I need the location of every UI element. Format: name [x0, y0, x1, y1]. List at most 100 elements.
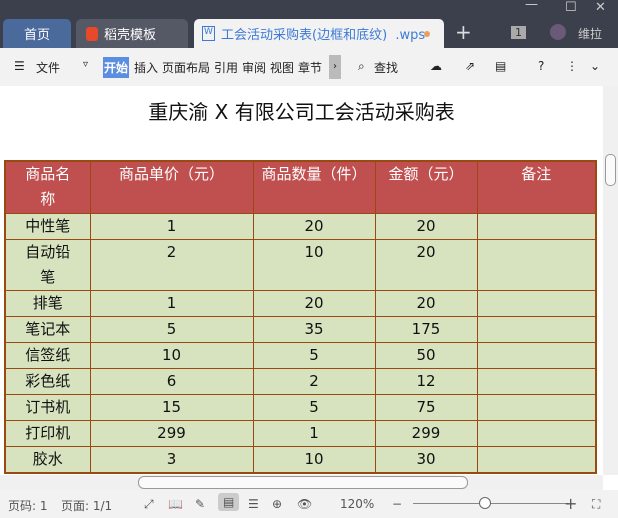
table-cell[interactable]: 175	[374, 315, 478, 343]
table-cell[interactable]: 6	[89, 367, 254, 395]
table-cell[interactable]	[476, 212, 597, 240]
slider-handle[interactable]	[479, 497, 491, 509]
purchase-table: 商品名称 商品单价（元） 商品数量（件） 金额（元） 备注 中性笔 1 20 20 自动…	[4, 160, 597, 474]
table-cell[interactable]: 20	[252, 289, 376, 317]
help-icon[interactable]: ?	[538, 59, 544, 73]
share-icon[interactable]: ⇗	[465, 59, 475, 73]
window-count-badge[interactable]: 1	[511, 26, 526, 39]
table-cell[interactable]: 信签纸	[4, 341, 91, 369]
table-cell[interactable]: 35	[252, 315, 376, 343]
table-cell[interactable]: 10	[252, 445, 376, 473]
table-cell[interactable]: 订书机	[4, 393, 91, 421]
table-cell[interactable]: 3	[89, 445, 254, 473]
table-cell[interactable]: 20	[374, 289, 478, 317]
fullscreen-icon[interactable]: ⤢	[144, 497, 154, 512]
header-cell[interactable]: 商品单价（元）	[89, 160, 254, 214]
tab-chapter[interactable]: 章节	[298, 59, 322, 76]
table-cell[interactable]: 299	[89, 419, 254, 447]
table-cell[interactable]	[476, 393, 597, 421]
maximize-button[interactable]: ☐	[565, 0, 577, 15]
user-name[interactable]: 维拉	[578, 25, 602, 42]
table-cell[interactable]: 自动铅笔	[4, 238, 91, 291]
new-tab-button[interactable]: +	[455, 20, 472, 44]
table-cell[interactable]	[476, 315, 597, 343]
header-cell[interactable]: 金额（元）	[374, 160, 478, 214]
table-cell[interactable]: 30	[374, 445, 478, 473]
scroll-thumb[interactable]	[605, 154, 616, 186]
document-page[interactable]: 重庆渝 X 有限公司工会活动采购表 商品名称 商品单价（元） 商品数量（件） 金…	[0, 86, 603, 475]
vertical-scrollbar[interactable]	[603, 86, 618, 475]
zoom-slider[interactable]	[413, 497, 568, 509]
outline-view-icon[interactable]: ☰	[248, 497, 259, 511]
header-cell[interactable]: 商品名称	[4, 160, 91, 214]
minimize-button[interactable]: —	[525, 0, 538, 12]
menu-icon[interactable]: ☰	[14, 59, 25, 73]
close-button[interactable]: ✕	[595, 0, 606, 15]
search-icon[interactable]: ⌕	[358, 59, 365, 74]
collapse-icon[interactable]: ⌄	[590, 59, 600, 73]
table-cell[interactable]	[476, 367, 597, 395]
avatar[interactable]	[550, 24, 566, 40]
table-cell[interactable]	[476, 238, 597, 291]
zoom-level[interactable]: 120%	[340, 497, 374, 511]
table-cell[interactable]: 1	[89, 289, 254, 317]
table-cell[interactable]: 12	[374, 367, 478, 395]
horizontal-scrollbar[interactable]	[0, 475, 603, 490]
zoom-out-button[interactable]: −	[392, 497, 402, 511]
table-cell[interactable]: 5	[89, 315, 254, 343]
tab-insert[interactable]: 插入	[134, 59, 158, 76]
table-cell[interactable]: 5	[252, 393, 376, 421]
table-cell[interactable]: 299	[374, 419, 478, 447]
table-cell[interactable]: 2	[252, 367, 376, 395]
tab-review[interactable]: 审阅	[242, 59, 266, 76]
header-cell[interactable]: 商品数量（件）	[252, 160, 376, 214]
table-cell[interactable]: 打印机	[4, 419, 91, 447]
tab-docer[interactable]: 稻壳模板	[76, 19, 188, 48]
table-cell[interactable]	[476, 445, 597, 473]
tab-references[interactable]: 引用	[214, 59, 238, 76]
table-cell[interactable]: 15	[89, 393, 254, 421]
eye-protection-icon[interactable]: 👁	[297, 497, 312, 511]
table-cell[interactable]: 2	[89, 238, 254, 291]
table-cell[interactable]: 彩色纸	[4, 367, 91, 395]
table-cell[interactable]: 20	[374, 238, 478, 291]
zoom-in-button[interactable]: +	[564, 494, 577, 513]
document-title: 重庆渝 X 有限公司工会活动采购表	[148, 100, 455, 124]
table-cell[interactable]	[476, 341, 597, 369]
dropdown-icon[interactable]: ▿	[83, 59, 88, 70]
fit-page-icon[interactable]: ⛶	[592, 497, 600, 512]
page-view-icon[interactable]: ▤	[218, 493, 240, 511]
tab-home[interactable]: 首页	[3, 19, 71, 48]
table-cell[interactable]: 中性笔	[4, 212, 91, 240]
more-tabs-button[interactable]: ›	[329, 55, 341, 79]
table-cell[interactable]: 排笔	[4, 289, 91, 317]
web-view-icon[interactable]: ⊕	[272, 497, 282, 511]
tab-view[interactable]: 视图	[270, 59, 294, 76]
table-cell[interactable]: 50	[374, 341, 478, 369]
read-mode-icon[interactable]: 📖	[168, 497, 183, 511]
table-cell[interactable]: 20	[252, 212, 376, 240]
table-cell[interactable]: 胶水	[4, 445, 91, 473]
table-cell[interactable]	[476, 289, 597, 317]
table-cell[interactable]: 笔记本	[4, 315, 91, 343]
cloud-sync-icon[interactable]: ☁	[430, 59, 442, 73]
table-cell[interactable]: 20	[374, 212, 478, 240]
file-menu[interactable]: 文件	[36, 59, 60, 76]
more-icon[interactable]: ⋮	[566, 59, 578, 73]
table-cell[interactable]: 1	[89, 212, 254, 240]
table-cell[interactable]	[476, 419, 597, 447]
table-row: 彩色纸 6 2 12	[4, 367, 597, 395]
table-cell[interactable]: 1	[252, 419, 376, 447]
pen-icon[interactable]: ✎	[195, 497, 205, 511]
table-cell[interactable]: 10	[252, 238, 376, 291]
table-cell[interactable]: 5	[252, 341, 376, 369]
scroll-thumb[interactable]	[138, 476, 468, 489]
table-cell[interactable]: 10	[89, 341, 254, 369]
header-cell[interactable]: 备注	[476, 160, 597, 214]
tab-document[interactable]: W 工会活动采购表(边框和底纹) .wps	[194, 19, 444, 48]
table-cell[interactable]: 75	[374, 393, 478, 421]
tab-home-ribbon[interactable]: 开始	[103, 57, 130, 78]
tab-page-layout[interactable]: 页面布局	[162, 59, 210, 76]
find-button[interactable]: 查找	[374, 59, 398, 76]
template-icon[interactable]: ▤	[495, 59, 506, 73]
